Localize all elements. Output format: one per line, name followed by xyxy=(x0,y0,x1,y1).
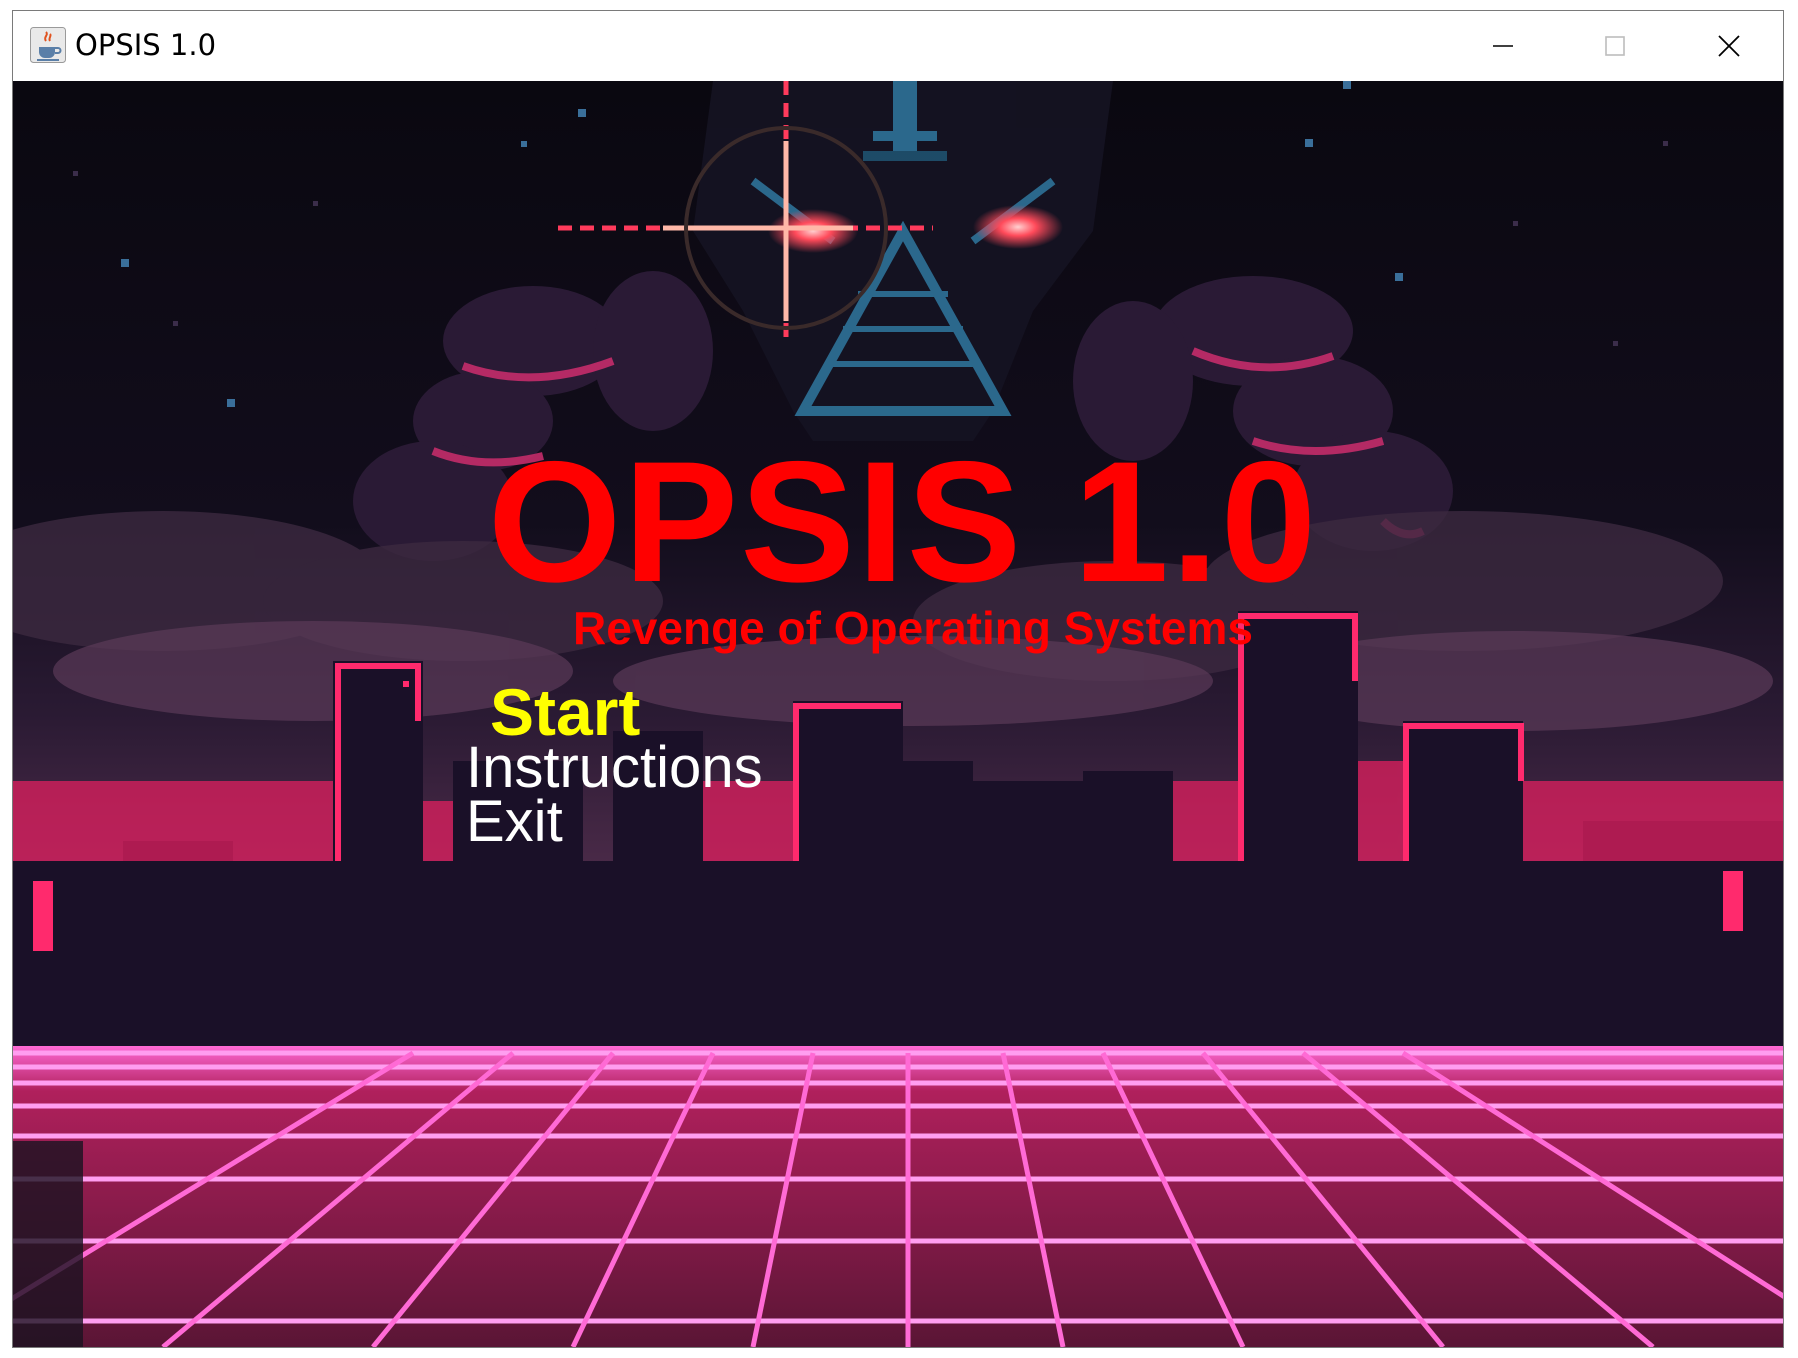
game-subtitle: Revenge of Operating Systems xyxy=(573,602,1253,654)
title-bar[interactable]: OPSIS 1.0 xyxy=(13,11,1783,81)
java-cup-icon xyxy=(30,27,66,63)
close-button[interactable] xyxy=(1673,11,1785,81)
maximize-icon xyxy=(1605,36,1625,56)
minimize-icon xyxy=(1493,45,1513,47)
maximize-button[interactable] xyxy=(1559,11,1671,81)
game-canvas[interactable]: OPSIS 1.0 Revenge of Operating Systems S… xyxy=(13,81,1783,1347)
close-icon xyxy=(1718,35,1740,57)
background-art xyxy=(13,81,1783,1347)
window-title: OPSIS 1.0 xyxy=(75,28,217,62)
game-title: OPSIS 1.0 xyxy=(487,426,1319,618)
minimize-button[interactable] xyxy=(1447,11,1559,81)
app-window: OPSIS 1.0 OPSIS 1.0 Revenge of Operating… xyxy=(12,10,1784,1348)
menu-exit-button[interactable]: Exit xyxy=(466,793,563,851)
